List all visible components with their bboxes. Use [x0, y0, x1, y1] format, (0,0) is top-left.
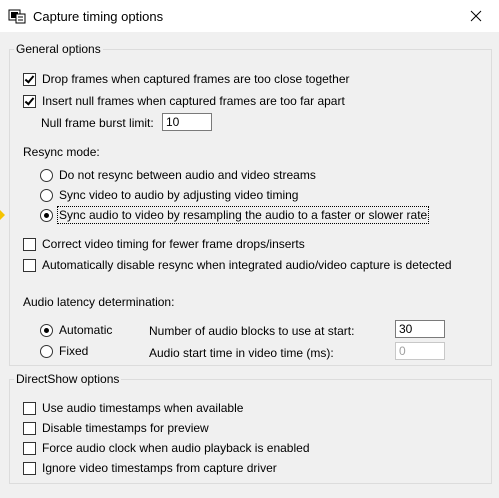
resync-option-label: Sync video to audio by adjusting video t… [59, 188, 299, 202]
resync-mode-label: Resync mode: [23, 145, 100, 159]
audio-start-time-label: Audio start time in video time (ms): [149, 346, 334, 360]
checkbox-box[interactable] [23, 461, 36, 475]
burst-limit-input[interactable] [162, 113, 212, 131]
checkbox-box[interactable] [23, 237, 36, 251]
auto-disable-label: Automatically disable resync when integr… [42, 258, 452, 272]
latency-automatic-radio[interactable]: Automatic [40, 323, 112, 337]
burst-limit-label: Null frame burst limit: [41, 116, 154, 130]
resync-option-label: Do not resync between audio and video st… [59, 168, 316, 182]
directshow-options-legend: DirectShow options [16, 372, 120, 386]
drop-frames-checkbox[interactable]: Drop frames when captured frames are too… [23, 72, 350, 86]
latency-fixed-radio[interactable]: Fixed [40, 344, 88, 358]
general-options-group: General options [9, 42, 492, 366]
insert-null-label: Insert null frames when captured frames … [42, 94, 345, 108]
radio-button[interactable] [40, 188, 53, 202]
audio-blocks-input[interactable] [395, 320, 445, 338]
correct-timing-checkbox[interactable]: Correct video timing for fewer frame dro… [23, 237, 305, 251]
audio-blocks-label: Number of audio blocks to use at start: [149, 324, 355, 338]
checkbox-box[interactable] [23, 441, 36, 455]
resync-option-none[interactable]: Do not resync between audio and video st… [40, 168, 316, 182]
disable-timestamps-preview-checkbox[interactable]: Disable timestamps for preview [23, 421, 209, 435]
resync-option-label: Sync audio to video by resampling the au… [56, 206, 430, 224]
checkbox-box[interactable] [23, 94, 36, 108]
drop-frames-label: Drop frames when captured frames are too… [42, 72, 350, 86]
capture-app-icon [8, 9, 26, 24]
checkbox-box[interactable] [23, 258, 36, 272]
auto-disable-resync-checkbox[interactable]: Automatically disable resync when integr… [23, 258, 452, 272]
latency-fixed-label: Fixed [59, 344, 89, 358]
radio-button[interactable] [40, 323, 53, 337]
insert-null-checkbox[interactable]: Insert null frames when captured frames … [23, 94, 345, 108]
force-audio-clock-label: Force audio clock when audio playback is… [42, 441, 310, 455]
resync-option-audio-to-video[interactable]: Sync audio to video by resampling the au… [40, 206, 430, 224]
resync-option-video-to-audio[interactable]: Sync video to audio by adjusting video t… [40, 188, 298, 202]
window-title: Capture timing options [33, 9, 164, 24]
general-options-legend: General options [16, 42, 101, 56]
use-audio-timestamps-checkbox[interactable]: Use audio timestamps when available [23, 401, 243, 415]
ignore-video-timestamps-label: Ignore video timestamps from capture dri… [42, 461, 277, 475]
checkbox-box[interactable] [23, 72, 36, 86]
radio-button[interactable] [40, 168, 53, 182]
use-audio-timestamps-label: Use audio timestamps when available [42, 401, 244, 415]
close-button[interactable] [453, 0, 499, 32]
disable-timestamps-preview-label: Disable timestamps for preview [42, 421, 209, 435]
correct-timing-label: Correct video timing for fewer frame dro… [42, 237, 305, 251]
force-audio-clock-checkbox[interactable]: Force audio clock when audio playback is… [23, 441, 310, 455]
focus-marker [0, 210, 5, 220]
checkbox-box[interactable] [23, 421, 36, 435]
radio-button[interactable] [40, 344, 53, 358]
audio-latency-label: Audio latency determination: [23, 295, 175, 309]
latency-automatic-label: Automatic [59, 323, 113, 337]
radio-button[interactable] [40, 208, 53, 222]
checkbox-box[interactable] [23, 401, 36, 415]
close-icon [470, 10, 482, 22]
title-bar: Capture timing options [0, 0, 499, 32]
audio-start-time-input [395, 342, 445, 360]
ignore-video-timestamps-checkbox[interactable]: Ignore video timestamps from capture dri… [23, 461, 277, 475]
